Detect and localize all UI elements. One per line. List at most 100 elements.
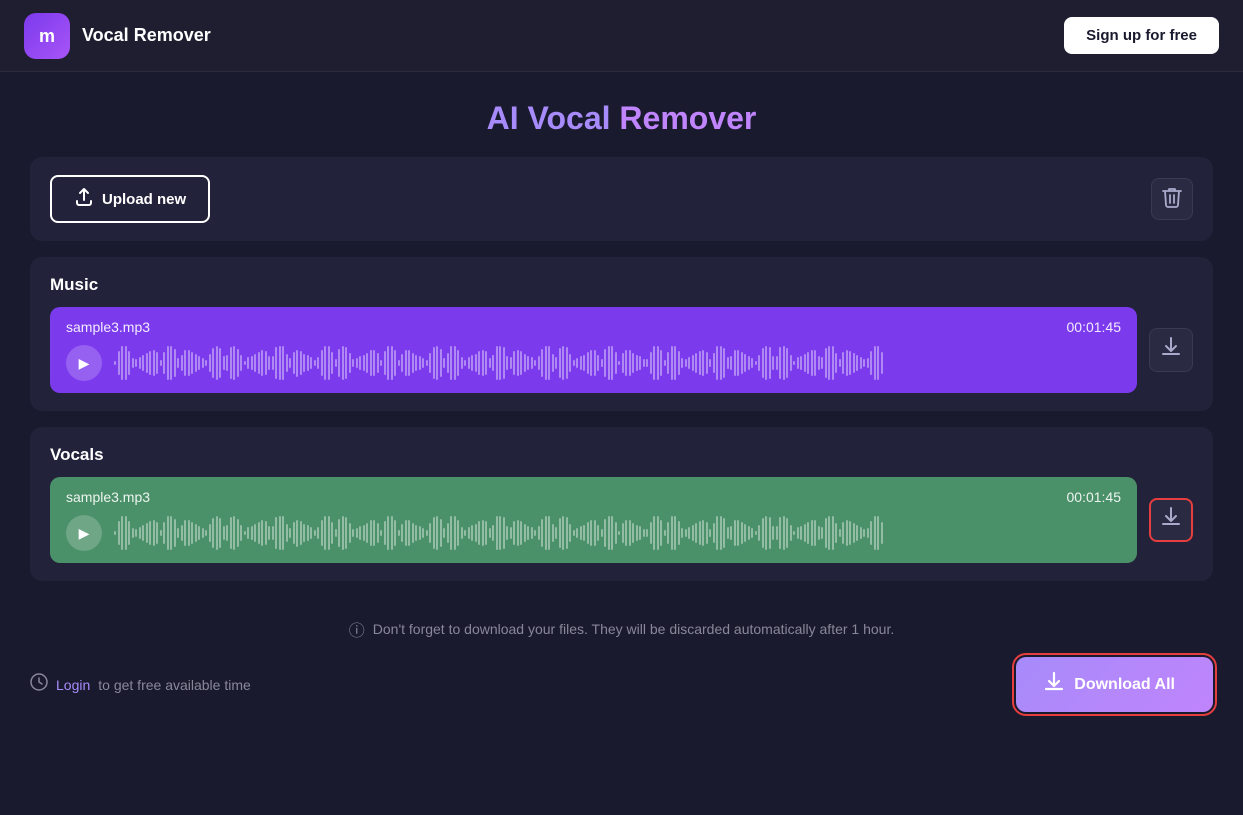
music-track-row: sample3.mp3 00:01:45 ▶	[50, 307, 1193, 393]
waveform-bar	[671, 516, 673, 550]
waveform-bar	[720, 346, 722, 380]
waveform-bar	[114, 361, 116, 365]
waveform-bar	[846, 350, 848, 377]
waveform-bar	[737, 350, 739, 377]
waveform-bar	[296, 350, 298, 377]
waveform-bar	[426, 530, 428, 537]
vocals-download-button[interactable]	[1149, 498, 1193, 542]
waveform-bar	[387, 346, 389, 380]
waveform-bar	[265, 521, 267, 546]
waveform-bar	[391, 346, 393, 380]
waveform-bar	[160, 360, 162, 366]
waveform-bar	[153, 350, 155, 377]
waveform-bar	[576, 528, 578, 538]
waveform-bar	[118, 521, 120, 545]
waveform-bar	[422, 528, 424, 538]
play-icon: ▶	[79, 525, 90, 542]
waveform-bar	[660, 520, 662, 546]
waveform-bar	[314, 360, 316, 367]
vocals-play-button[interactable]: ▶	[66, 515, 102, 551]
waveform-bar	[573, 360, 575, 366]
vocals-player: sample3.mp3 00:01:45 ▶	[50, 477, 1137, 563]
waveform-bar	[496, 346, 498, 380]
waveform-bar	[492, 355, 494, 372]
waveform-bar	[328, 516, 330, 550]
waveform-bar	[779, 517, 781, 549]
music-play-button[interactable]: ▶	[66, 345, 102, 381]
waveform-bar	[769, 347, 771, 378]
waveform-bar	[338, 349, 340, 376]
waveform-bar	[881, 522, 883, 545]
waveform-bar	[695, 523, 697, 542]
bottom-area: ⓘ Don't forget to download your files. T…	[0, 617, 1243, 712]
waveform-bar	[527, 526, 529, 541]
waveform-bar	[772, 526, 774, 541]
waveform-bar	[324, 346, 326, 380]
waveform-bar	[709, 359, 711, 366]
waveform-bar	[303, 524, 305, 543]
waveform-bar	[702, 520, 704, 547]
trash-icon	[1162, 186, 1182, 213]
waveform-bar	[538, 356, 540, 370]
waveform-bar	[279, 346, 281, 380]
waveform-bar	[237, 519, 239, 548]
waveform-bar	[482, 520, 484, 547]
waveform-bar	[244, 361, 246, 366]
waveform-bar	[419, 356, 421, 370]
upload-button[interactable]: Upload new	[50, 175, 210, 223]
waveform-bar	[825, 348, 827, 378]
waveform-bar	[219, 518, 221, 548]
waveform-bar	[534, 530, 536, 535]
waveform-bar	[461, 527, 463, 540]
waveform-bar	[531, 357, 533, 369]
waveform-bar	[454, 516, 456, 550]
waveform-bar	[384, 521, 386, 546]
waveform-bar	[573, 530, 575, 536]
login-link[interactable]: Login	[56, 677, 90, 693]
waveform-bar	[657, 516, 659, 550]
waveform-bar	[636, 355, 638, 371]
download-all-button[interactable]: Download All	[1016, 657, 1213, 712]
waveform-bar	[156, 352, 158, 373]
waveform-bar	[860, 527, 862, 540]
waveform-bar	[615, 522, 617, 545]
music-download-button[interactable]	[1149, 328, 1193, 372]
waveform-bar	[359, 526, 361, 539]
waveform-bar	[762, 518, 764, 548]
waveform-bar	[737, 520, 739, 547]
waveform-bar	[594, 520, 596, 546]
waveform-bar	[734, 350, 736, 375]
waveform-bar	[321, 520, 323, 545]
waveform-bar	[398, 360, 400, 367]
delete-button[interactable]	[1151, 178, 1193, 220]
waveform-bar	[286, 354, 288, 372]
waveform-bar	[863, 529, 865, 536]
waveform-bar	[412, 353, 414, 374]
waveform-bar	[702, 350, 704, 377]
waveform-bar	[149, 351, 151, 376]
waveform-bar	[625, 520, 627, 547]
waveform-bar	[268, 526, 270, 539]
music-filename: sample3.mp3	[66, 319, 150, 335]
waveform-bar	[744, 524, 746, 541]
waveform-bar	[240, 355, 242, 370]
waveform-bar	[730, 526, 732, 541]
waveform-bar	[240, 525, 242, 540]
waveform-bar	[286, 524, 288, 542]
waveform-bar	[706, 522, 708, 544]
waveform-bar	[331, 352, 333, 373]
waveform-bar	[447, 523, 449, 543]
waveform-bar	[541, 349, 543, 377]
download-icon	[1161, 336, 1181, 364]
waveform-bar	[828, 516, 830, 550]
waveform-bar	[401, 524, 403, 542]
waveform-bar	[821, 527, 823, 539]
signup-button[interactable]: Sign up for free	[1064, 17, 1219, 54]
waveform-bar	[555, 527, 557, 538]
waveform-bar	[835, 353, 837, 373]
waveform-bar	[436, 516, 438, 550]
waveform-bar	[583, 525, 585, 542]
waveform-bar	[653, 516, 655, 550]
waveform-bar	[503, 517, 505, 549]
waveform-bar	[191, 352, 193, 374]
